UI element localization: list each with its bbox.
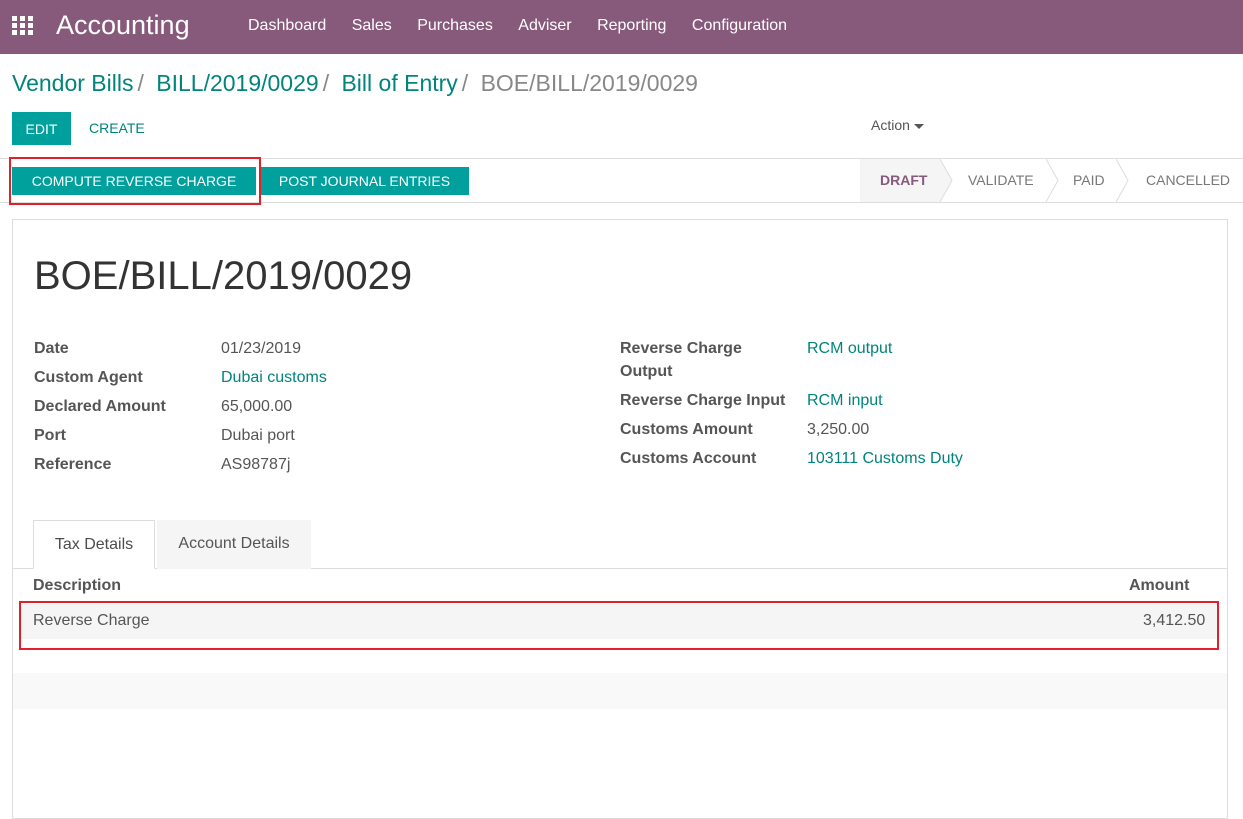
status-stages: DRAFT VALIDATE PAID CANCELLED <box>860 159 1243 202</box>
stage-draft[interactable]: DRAFT <box>860 159 940 202</box>
field-label-customs-amount: Customs Amount <box>620 421 753 438</box>
stage-arrow-icon <box>940 159 953 202</box>
field-value-reverse-charge-input[interactable]: RCM input <box>807 392 883 410</box>
compute-reverse-charge-button[interactable]: COMPUTE REVERSE CHARGE <box>12 167 256 195</box>
field-value-customs-amount: 3,250.00 <box>807 421 870 438</box>
field-label-declared-amount: Declared Amount <box>34 398 166 415</box>
post-journal-entries-button[interactable]: POST JOURNAL ENTRIES <box>260 167 469 195</box>
breadcrumb-bill-of-entry[interactable]: Bill of Entry <box>341 70 457 96</box>
menu-item-configuration[interactable]: Configuration <box>692 17 787 35</box>
field-value-customs-account[interactable]: 103111 Customs Duty <box>807 450 963 468</box>
menu-item-dashboard[interactable]: Dashboard <box>248 17 326 35</box>
field-label-reverse-charge-input: Reverse Charge Input <box>620 392 786 409</box>
field-label-port: Port <box>34 427 66 444</box>
apps-grid-icon[interactable] <box>12 16 34 35</box>
breadcrumb-bill[interactable]: BILL/2019/0029 <box>156 70 318 96</box>
form-sheet <box>12 219 1228 819</box>
action-label: Action <box>871 117 910 133</box>
table-footer <box>13 673 1227 709</box>
column-header-description[interactable]: Description <box>33 577 121 595</box>
breadcrumb-vendor-bills[interactable]: Vendor Bills <box>12 70 133 96</box>
breadcrumb-separator: / <box>137 70 144 96</box>
app-title[interactable]: Accounting <box>56 10 190 41</box>
stage-validate[interactable]: VALIDATE <box>968 159 1034 202</box>
field-value-custom-agent[interactable]: Dubai customs <box>221 369 327 387</box>
stage-arrow-icon <box>1046 159 1059 202</box>
tab-tax-details[interactable]: Tax Details <box>33 520 155 569</box>
document-title: BOE/BILL/2019/0029 <box>34 254 413 298</box>
field-label-date: Date <box>34 340 69 357</box>
edit-button[interactable]: EDIT <box>12 112 71 145</box>
field-value-date: 01/23/2019 <box>221 340 302 357</box>
breadcrumb: Vendor Bills / BILL/2019/0029/ Bill of En… <box>12 70 698 97</box>
field-value-declared-amount: 65,000.00 <box>221 398 293 415</box>
field-label-customs-account: Customs Account <box>620 450 757 467</box>
cell-amount: 3,412.50 <box>1143 612 1206 629</box>
cell-description: Reverse Charge <box>33 612 150 629</box>
field-value-port: Dubai port <box>221 427 295 444</box>
stage-arrow-icon <box>1116 159 1129 202</box>
breadcrumb-separator: / <box>461 70 469 96</box>
caret-down-icon <box>913 123 924 129</box>
menu-item-purchases[interactable]: Purchases <box>417 17 493 35</box>
action-dropdown[interactable]: Action <box>871 117 924 133</box>
table-row[interactable] <box>20 604 1217 639</box>
breadcrumb-current: BOE/BILL/2019/0029 <box>480 70 698 96</box>
top-navbar: Accounting Dashboard Sales Purchases Adv… <box>0 0 1243 54</box>
field-label-reference: Reference <box>34 456 112 473</box>
create-button[interactable]: CREATE <box>89 120 145 136</box>
field-label-reverse-charge-output: Reverse Charge Output <box>620 340 742 380</box>
column-header-amount[interactable]: Amount <box>1129 577 1189 595</box>
field-label-custom-agent: Custom Agent <box>34 369 143 386</box>
main-menu: Dashboard Sales Purchases Adviser Report… <box>248 17 808 35</box>
tab-account-details[interactable]: Account Details <box>157 520 311 569</box>
menu-item-adviser[interactable]: Adviser <box>518 17 571 35</box>
menu-item-sales[interactable]: Sales <box>352 17 392 35</box>
stage-cancelled[interactable]: CANCELLED <box>1146 159 1230 202</box>
stage-paid[interactable]: PAID <box>1073 159 1105 202</box>
breadcrumb-separator: / <box>322 70 330 96</box>
field-value-reverse-charge-output[interactable]: RCM output <box>807 340 892 358</box>
menu-item-reporting[interactable]: Reporting <box>597 17 666 35</box>
field-value-reference: AS98787j <box>221 456 291 473</box>
